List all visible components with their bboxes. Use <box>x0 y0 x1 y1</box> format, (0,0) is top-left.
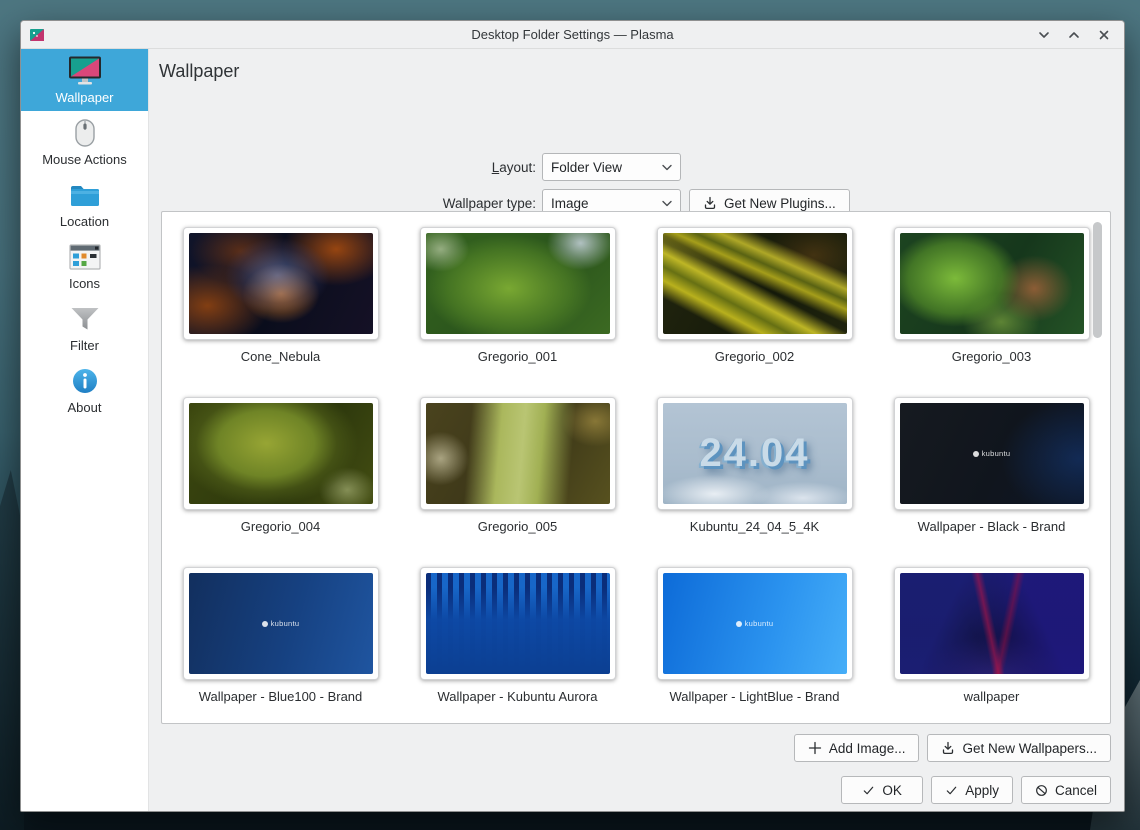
wallpaper-item[interactable]: Gregorio_002 <box>636 227 873 397</box>
check-icon <box>946 786 957 794</box>
filter-funnel-icon <box>70 303 100 335</box>
kubuntu-logo: kubuntu <box>663 573 847 674</box>
titlebar[interactable]: Desktop Folder Settings — Plasma <box>21 21 1124 49</box>
chevron-down-icon <box>662 200 672 206</box>
wallpaper-label: Wallpaper - Kubuntu Aurora <box>437 689 598 704</box>
wallpaper-label: Wallpaper - Black - Brand <box>917 519 1066 534</box>
wallpaper-item[interactable]: Gregorio_005 <box>399 397 636 567</box>
sidebar-item-label: Location <box>59 214 110 229</box>
kubuntu-logo: kubuntu <box>900 403 1084 504</box>
version-overlay: 24.04 <box>699 431 810 475</box>
wallpaper-type-label: Wallpaper type: <box>442 195 536 211</box>
wallpaper-thumbnail: kubuntu <box>656 567 853 680</box>
cancel-icon <box>1036 784 1047 796</box>
mouse-icon <box>74 117 96 149</box>
check-icon <box>864 786 874 794</box>
sidebar-item-about[interactable]: About <box>21 359 148 421</box>
wallpaper-item[interactable]: Gregorio_001 <box>399 227 636 397</box>
maximize-icon <box>1068 31 1079 38</box>
wallpaper-label: Wallpaper - Blue100 - Brand <box>198 689 363 704</box>
wallpaper-label: Gregorio_003 <box>951 349 1032 364</box>
wallpaper-thumbnail: kubuntu <box>893 397 1090 510</box>
wallpaper-item[interactable]: wallpaper <box>873 567 1110 723</box>
sidebar-item-location[interactable]: Location <box>21 173 148 235</box>
wallpaper-label: Gregorio_001 <box>477 349 558 364</box>
combo-value: Image <box>551 195 589 211</box>
wallpaper-item[interactable]: Wallpaper - Kubuntu Aurora <box>399 567 636 723</box>
sidebar-item-filter[interactable]: Filter <box>21 297 148 359</box>
apply-button[interactable]: Apply <box>931 776 1013 804</box>
grid-scrollbar[interactable] <box>1093 222 1102 338</box>
wallpaper-item[interactable]: Gregorio_003 <box>873 227 1110 397</box>
sidebar-item-label: Mouse Actions <box>42 152 127 167</box>
wallpaper-label: Wallpaper - LightBlue - Brand <box>669 689 840 704</box>
wallpaper-thumbnail <box>419 567 616 680</box>
wallpaper-thumbnail <box>182 397 379 510</box>
wallpaper-item[interactable]: Cone_Nebula <box>162 227 399 397</box>
settings-sidebar: Wallpaper Mouse Actions Location Icons F… <box>21 49 149 811</box>
wallpaper-label: Gregorio_005 <box>477 519 558 534</box>
kubuntu-logo: kubuntu <box>189 573 373 674</box>
sidebar-item-label: Filter <box>70 338 99 353</box>
close-icon <box>1099 30 1108 39</box>
wallpaper-thumbnail: 24.04 <box>656 397 853 510</box>
sidebar-item-mouse-actions[interactable]: Mouse Actions <box>21 111 148 173</box>
wallpaper-item[interactable]: 24.04 Kubuntu_24_04_5_4K <box>636 397 873 567</box>
close-button[interactable] <box>1097 28 1110 41</box>
sidebar-item-label: Icons <box>68 276 101 291</box>
wallpaper-settings-main: Wallpaper Layout: Folder View Wallpaper … <box>149 49 1124 811</box>
wallpaper-label: Kubuntu_24_04_5_4K <box>689 519 820 534</box>
wallpaper-item[interactable]: kubuntu Wallpaper - LightBlue - Brand <box>636 567 873 723</box>
desktop-folder-settings-window: Desktop Folder Settings — Plasma Wallpap… <box>20 20 1125 812</box>
minimize-icon <box>1038 31 1049 38</box>
wallpaper-label: Gregorio_004 <box>240 519 321 534</box>
sidebar-item-label: About <box>67 400 102 415</box>
minimize-button[interactable] <box>1037 28 1050 41</box>
icons-icon <box>68 241 101 273</box>
cancel-button[interactable]: Cancel <box>1020 776 1111 804</box>
layout-select[interactable]: Folder View <box>542 153 681 181</box>
wallpaper-item[interactable]: kubuntu Wallpaper - Black - Brand <box>873 397 1110 567</box>
layout-label: Layout: <box>491 159 536 175</box>
maximize-button[interactable] <box>1067 28 1080 41</box>
wallpaper-thumbnail: kubuntu <box>182 567 379 680</box>
wallpaper-icon <box>68 55 102 87</box>
window-title: Desktop Folder Settings — Plasma <box>471 27 674 42</box>
folder-icon <box>69 179 101 211</box>
wallpaper-thumbnail <box>893 227 1090 340</box>
wallpaper-grid: Cone_Nebula Gregorio_001 Gregorio_002 Gr… <box>161 211 1111 724</box>
sidebar-item-wallpaper[interactable]: Wallpaper <box>21 49 148 111</box>
chevron-down-icon <box>662 164 672 170</box>
wallpaper-label: Cone_Nebula <box>240 349 321 364</box>
ok-button[interactable]: OK <box>841 776 924 804</box>
info-icon <box>71 365 99 397</box>
get-new-wallpapers-button[interactable]: Get New Wallpapers... <box>927 734 1111 762</box>
download-icon <box>943 741 954 755</box>
add-image-button[interactable]: Add Image... <box>793 734 920 762</box>
wallpaper-thumbnail <box>182 227 379 340</box>
page-title: Wallpaper <box>159 61 240 81</box>
wallpaper-item[interactable]: Gregorio_004 <box>162 397 399 567</box>
wallpaper-label: Gregorio_002 <box>714 349 795 364</box>
wallpaper-thumbnail <box>419 227 616 340</box>
combo-value: Folder View <box>551 159 623 175</box>
plus-icon <box>808 741 822 755</box>
wallpaper-label: wallpaper <box>963 689 1020 704</box>
sidebar-item-icons[interactable]: Icons <box>21 235 148 297</box>
wallpaper-thumbnail <box>419 397 616 510</box>
download-icon <box>704 196 716 210</box>
wallpaper-item[interactable]: kubuntu Wallpaper - Blue100 - Brand <box>162 567 399 723</box>
wallpaper-thumbnail <box>656 227 853 340</box>
wallpaper-thumbnail <box>893 567 1090 680</box>
sidebar-item-label: Wallpaper <box>55 90 114 105</box>
